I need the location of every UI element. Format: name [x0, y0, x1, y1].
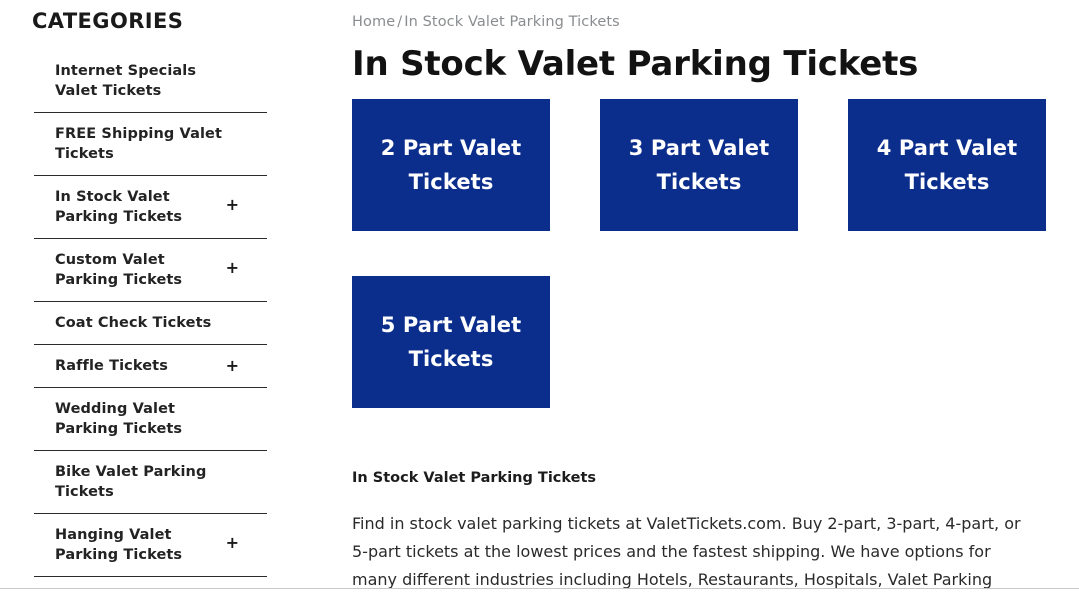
breadcrumb-current: In Stock Valet Parking Tickets [404, 14, 620, 30]
main-content: Home / In Stock Valet Parking Tickets In S… [352, 0, 1052, 592]
subcategory-tile[interactable]: 5 Part Valet Tickets [352, 276, 550, 408]
sidebar-item[interactable]: Bike Valet Parking Tickets [34, 451, 267, 514]
sidebar-item[interactable]: Custom Valet Parking Tickets + [34, 239, 267, 302]
sidebar-item-label: In Stock Valet Parking Tickets [55, 189, 183, 225]
sidebar-item[interactable]: FREE Shipping Valet Tickets [34, 113, 267, 176]
sidebar-item[interactable]: Hanging Valet Parking Tickets + [34, 514, 267, 577]
category-list: Internet Specials Valet Tickets FREE Ship… [0, 50, 300, 577]
expand-plus-icon[interactable]: + [226, 260, 239, 276]
expand-plus-icon[interactable]: + [226, 358, 239, 374]
categories-sidebar: CATEGORIES Internet Specials Valet Ticke… [0, 0, 300, 592]
sidebar-item-label: Bike Valet Parking Tickets [55, 464, 207, 500]
category-description: In Stock Valet Parking Tickets Find in s… [352, 468, 1052, 592]
sidebar-item[interactable]: Internet Specials Valet Tickets [34, 50, 267, 113]
sidebar-item-label: Wedding Valet Parking Tickets [55, 401, 183, 437]
page-title: In Stock Valet Parking Tickets [352, 44, 919, 84]
sidebar-item-label: Internet Specials Valet Tickets [55, 63, 197, 99]
sidebar-heading: CATEGORIES [32, 9, 184, 33]
sidebar-item[interactable]: Coat Check Tickets [34, 302, 267, 345]
expand-plus-icon[interactable]: + [226, 197, 239, 213]
subcategory-tile-grid: 2 Part Valet Tickets 3 Part Valet Tickets… [352, 99, 1050, 408]
subcategory-tile-label: 3 Part Valet Tickets [628, 136, 770, 194]
sidebar-item[interactable]: In Stock Valet Parking Tickets + [34, 176, 267, 239]
subcategory-tile[interactable]: 2 Part Valet Tickets [352, 99, 550, 231]
sidebar-item[interactable]: Raffle Tickets + [34, 345, 267, 388]
subcategory-tile-label: 4 Part Valet Tickets [876, 136, 1018, 194]
expand-plus-icon[interactable]: + [226, 535, 239, 551]
sidebar-item-label: FREE Shipping Valet Tickets [55, 126, 222, 162]
breadcrumb-separator: / [397, 14, 403, 30]
description-heading: In Stock Valet Parking Tickets [352, 470, 597, 486]
sidebar-item[interactable]: Wedding Valet Parking Tickets [34, 388, 267, 451]
breadcrumb: Home / In Stock Valet Parking Tickets [352, 0, 1052, 31]
subcategory-tile-label: 2 Part Valet Tickets [380, 136, 522, 194]
sidebar-item-label: Coat Check Tickets [55, 315, 212, 331]
breadcrumb-home-link[interactable]: Home [352, 14, 395, 30]
description-body: Find in stock valet parking tickets at V… [352, 514, 1021, 589]
category-page: CATEGORIES Internet Specials Valet Ticke… [0, 0, 1079, 592]
subcategory-tile[interactable]: 4 Part Valet Tickets [848, 99, 1046, 231]
sidebar-item-label: Custom Valet Parking Tickets [55, 252, 183, 288]
sidebar-item-label: Raffle Tickets [55, 358, 168, 374]
subcategory-tile-label: 5 Part Valet Tickets [380, 313, 522, 371]
bottom-divider [0, 588, 1079, 589]
sidebar-item-label: Hanging Valet Parking Tickets [55, 527, 183, 563]
subcategory-tile[interactable]: 3 Part Valet Tickets [600, 99, 798, 231]
